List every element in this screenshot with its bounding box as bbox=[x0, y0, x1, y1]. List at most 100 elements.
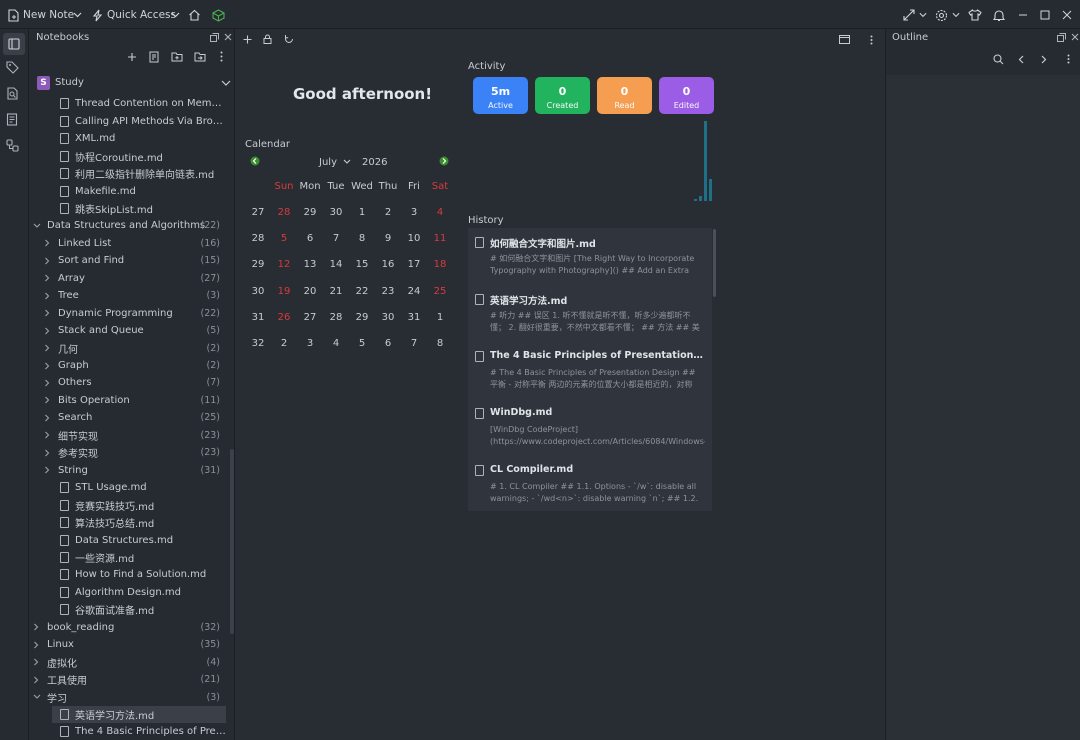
tree-folder-item[interactable]: Sort and Find (15) bbox=[29, 252, 226, 270]
calendar-day[interactable]: 30 bbox=[323, 207, 349, 218]
tree-folder-item[interactable]: 工具使用 (21) bbox=[29, 671, 226, 689]
calendar-day[interactable]: 12 bbox=[271, 259, 297, 270]
calendar-day[interactable]: 24 bbox=[401, 286, 427, 297]
tree-file-item[interactable]: 一些资源.md bbox=[29, 549, 226, 567]
import-icon[interactable] bbox=[194, 51, 206, 62]
calendar-day[interactable]: 21 bbox=[323, 286, 349, 297]
calendar-day[interactable]: 7 bbox=[401, 338, 427, 349]
more-options-icon[interactable] bbox=[220, 51, 223, 62]
tree-file-item[interactable]: 谷歌面试准备.md bbox=[29, 601, 226, 619]
search-rail-button[interactable] bbox=[6, 87, 24, 105]
calendar-day[interactable]: 13 bbox=[297, 259, 323, 270]
tree-file-item[interactable]: STL Usage.md bbox=[29, 479, 226, 497]
prev-month-icon[interactable] bbox=[250, 156, 260, 166]
calendar-day[interactable]: 15 bbox=[349, 259, 375, 270]
tree-file-item[interactable]: Makefile.md bbox=[29, 182, 226, 200]
more-options-icon[interactable] bbox=[1067, 54, 1070, 64]
tree-file-item[interactable]: 竞赛实践技巧.md bbox=[29, 496, 226, 514]
more-options-icon[interactable] bbox=[870, 35, 873, 45]
notebooks-rail-button[interactable] bbox=[3, 33, 25, 55]
new-note-file-icon[interactable] bbox=[149, 51, 159, 63]
refresh-icon[interactable] bbox=[284, 34, 294, 44]
tree-folder-item[interactable]: Graph (2) bbox=[29, 357, 226, 375]
calendar-day[interactable]: 10 bbox=[401, 233, 427, 244]
tree-file-item[interactable]: Calling API Methods Via Browse... bbox=[29, 112, 226, 130]
history-rail-button[interactable] bbox=[6, 139, 24, 157]
history-item[interactable]: 如何融合文字和图片.md # 如何融合文字和图片 [The Right Way t… bbox=[468, 228, 712, 285]
maximize-button[interactable] bbox=[1040, 6, 1050, 24]
activity-card-edited[interactable]: 0 Edited bbox=[659, 77, 714, 114]
calendar-day[interactable]: 25 bbox=[427, 286, 453, 297]
tree-folder-item[interactable]: Data Structures and Algorithms (22) bbox=[29, 217, 226, 235]
tree-folder-item[interactable]: Array (27) bbox=[29, 270, 226, 288]
new-note-button[interactable]: New Note bbox=[7, 6, 74, 24]
float-panel-icon[interactable] bbox=[210, 33, 219, 42]
calendar-day[interactable]: 1 bbox=[349, 207, 375, 218]
calendar-day[interactable]: 27 bbox=[297, 312, 323, 323]
lock-icon[interactable] bbox=[263, 34, 272, 44]
calendar-day[interactable]: 16 bbox=[375, 259, 401, 270]
calendar-day[interactable]: 28 bbox=[323, 312, 349, 323]
activity-card-read[interactable]: 0 Read bbox=[597, 77, 652, 114]
calendar-day[interactable]: 2 bbox=[271, 338, 297, 349]
search-icon[interactable] bbox=[993, 54, 1004, 65]
add-icon[interactable] bbox=[127, 52, 137, 62]
month-select[interactable]: July bbox=[319, 157, 337, 168]
chevron-left-icon[interactable] bbox=[1018, 55, 1024, 64]
tree-file-item[interactable]: XML.md bbox=[29, 130, 226, 148]
notifications-button[interactable] bbox=[993, 6, 1005, 24]
calendar-day[interactable]: 3 bbox=[297, 338, 323, 349]
minimize-button[interactable] bbox=[1018, 6, 1028, 24]
year-select[interactable]: 2026 bbox=[362, 157, 387, 168]
expand-button[interactable] bbox=[903, 6, 927, 24]
calendar-day[interactable]: 23 bbox=[375, 286, 401, 297]
activity-card-created[interactable]: 0 Created bbox=[535, 77, 590, 114]
tree-folder-item[interactable]: 几何 (2) bbox=[29, 339, 226, 357]
tree-file-item[interactable]: 协程Coroutine.md bbox=[29, 147, 226, 165]
calendar-day[interactable]: 8 bbox=[349, 233, 375, 244]
calendar-day[interactable]: 6 bbox=[375, 338, 401, 349]
history-item[interactable]: The 4 Basic Principles of Presentation D… bbox=[468, 342, 712, 399]
tree-file-item[interactable]: 算法技巧总结.md bbox=[29, 514, 226, 532]
calendar-day[interactable]: 11 bbox=[427, 233, 453, 244]
tree-scrollbar[interactable] bbox=[230, 449, 234, 634]
tree-file-item[interactable]: 利用二级指针删除单向链表.md bbox=[29, 165, 226, 183]
tree-file-item[interactable]: 跳表SkipList.md bbox=[29, 200, 226, 218]
tree-folder-item[interactable]: Tree (3) bbox=[29, 287, 226, 305]
calendar-day[interactable]: 26 bbox=[271, 312, 297, 323]
tree-folder-item[interactable]: String (31) bbox=[29, 461, 226, 479]
calendar-day[interactable]: 19 bbox=[271, 286, 297, 297]
notebook-selector[interactable]: S Study bbox=[29, 73, 235, 95]
calendar-day[interactable]: 18 bbox=[427, 259, 453, 270]
tree-folder-item[interactable]: 参考实现 (23) bbox=[29, 444, 226, 462]
calendar-day[interactable]: 6 bbox=[297, 233, 323, 244]
tree-file-item[interactable]: 英语学习方法.md bbox=[52, 705, 226, 724]
calendar-day[interactable]: 5 bbox=[271, 233, 297, 244]
tree-folder-item[interactable]: 学习 (3) bbox=[29, 688, 226, 706]
settings-button[interactable] bbox=[935, 6, 960, 24]
task-button[interactable] bbox=[212, 6, 225, 24]
history-item[interactable]: WinDbg.md [WinDbg CodeProject](https://ww… bbox=[468, 399, 712, 456]
calendar-day[interactable]: 4 bbox=[323, 338, 349, 349]
tree-folder-item[interactable]: Bits Operation (11) bbox=[29, 392, 226, 410]
quick-access-button[interactable]: Quick Access bbox=[92, 6, 176, 24]
theme-button[interactable] bbox=[968, 6, 982, 24]
tree-file-item[interactable]: Data Structures.md bbox=[29, 531, 226, 549]
snippets-rail-button[interactable] bbox=[6, 113, 24, 131]
tree-file-item[interactable]: How to Find a Solution.md bbox=[29, 566, 226, 584]
tree-file-item[interactable]: Thread Contention on Memory... bbox=[29, 95, 226, 113]
calendar-day[interactable]: 5 bbox=[349, 338, 375, 349]
history-item[interactable]: 英语学习方法.md # 听力 ## 误区 1. 听不懂就是听不懂，听多少遍都听不懂… bbox=[468, 285, 712, 342]
tree-folder-item[interactable]: book_reading (32) bbox=[29, 619, 226, 637]
tree-file-item[interactable]: The 4 Basic Principles of Present... bbox=[29, 723, 226, 740]
tree-folder-item[interactable]: Stack and Queue (5) bbox=[29, 322, 226, 340]
chevron-right-icon[interactable] bbox=[1041, 55, 1047, 64]
add-tab-icon[interactable] bbox=[243, 35, 252, 44]
calendar-day[interactable]: 22 bbox=[349, 286, 375, 297]
new-note-dropdown[interactable] bbox=[73, 6, 82, 24]
history-item[interactable]: CL Compiler.md # 1. CL Compiler ## 1.1. O… bbox=[468, 456, 712, 511]
history-scrollbar[interactable] bbox=[713, 229, 716, 297]
close-panel-icon[interactable] bbox=[224, 33, 232, 41]
calendar-day[interactable]: 8 bbox=[427, 338, 453, 349]
quick-access-dropdown[interactable] bbox=[171, 6, 180, 24]
